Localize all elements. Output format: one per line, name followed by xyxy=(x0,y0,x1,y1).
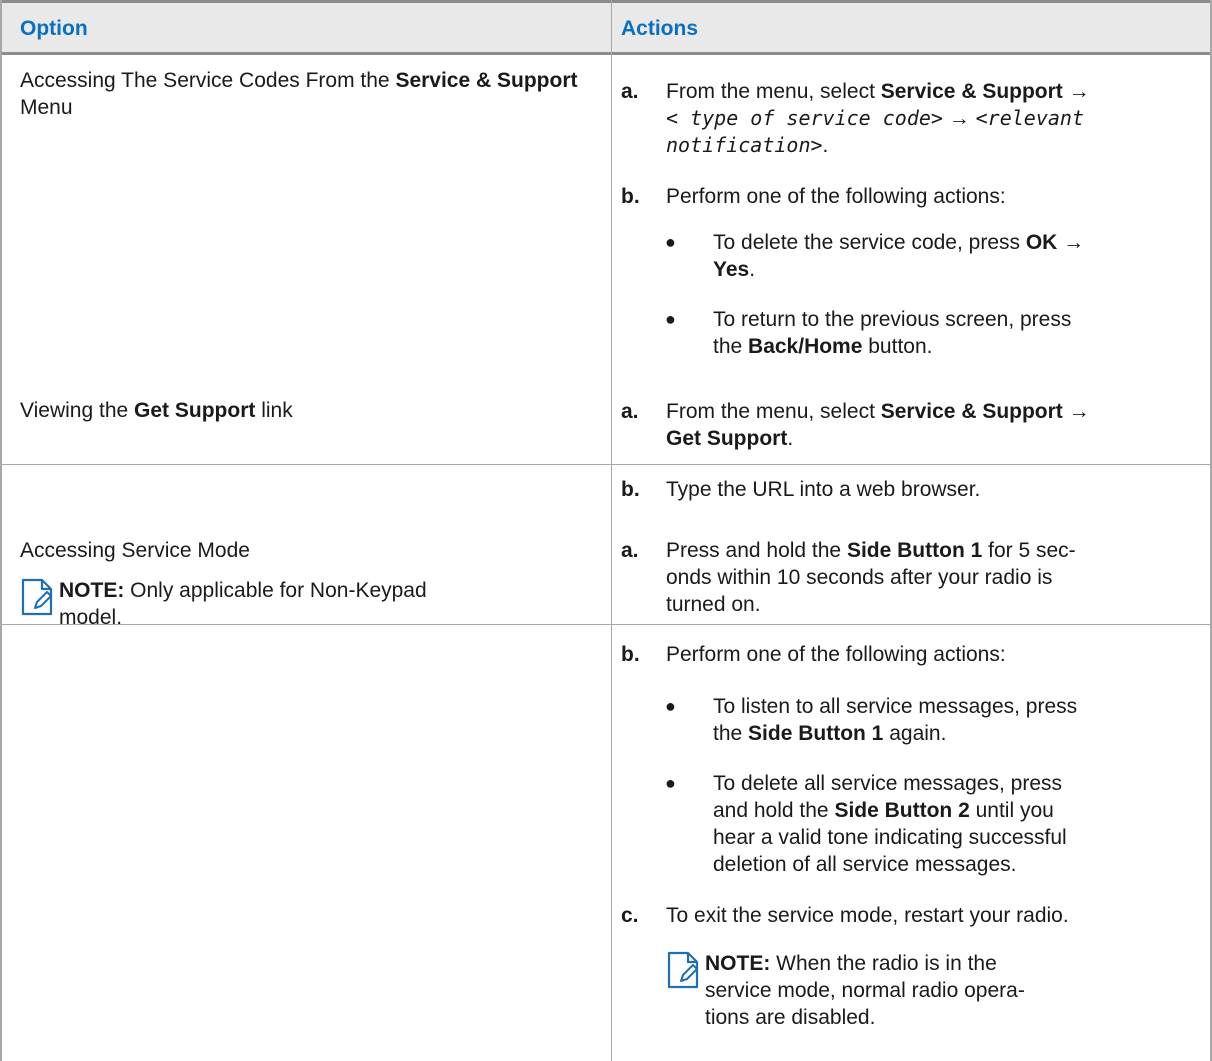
note-icon xyxy=(667,951,699,989)
column-divider xyxy=(611,0,612,1061)
row-divider xyxy=(0,464,1212,465)
header-actions: Actions xyxy=(621,17,699,40)
bullet-icon: ● xyxy=(665,232,676,252)
header-option: Option xyxy=(20,17,88,40)
table-border-left xyxy=(0,0,2,1061)
bullet-icon: ● xyxy=(665,773,676,793)
note: NOTE: Only applicable for Non-Keypad mod… xyxy=(20,577,590,637)
note: NOTE: When the radio is in the service m… xyxy=(666,950,1191,1060)
note-icon xyxy=(21,578,53,616)
options-actions-table: Option Actions Accessing The Service Cod… xyxy=(0,0,1212,1061)
bullet-icon: ● xyxy=(665,309,676,329)
bullet-icon: ● xyxy=(665,696,676,716)
table-header: Option Actions xyxy=(0,0,1212,55)
option-title: Accessing Service Mode xyxy=(20,539,250,562)
option-cell: Accessing The Service Codes From the Ser… xyxy=(20,69,578,92)
option-cell: Accessing Service Mode NOTE: Only applic… xyxy=(20,537,590,629)
option-cell: Viewing the Get Support link xyxy=(20,399,293,422)
